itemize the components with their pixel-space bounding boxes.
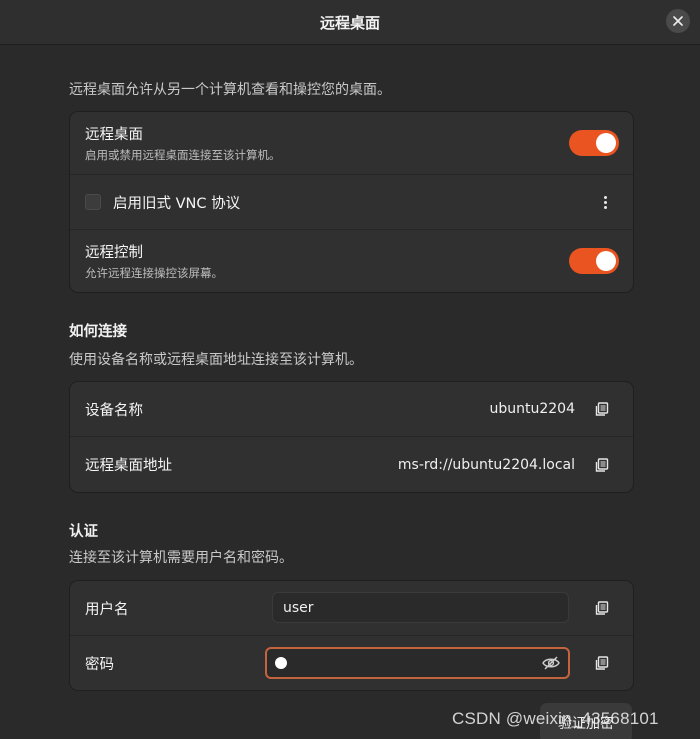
address-label: 远程桌面地址	[85, 458, 172, 474]
username-label: 用户名	[85, 601, 129, 618]
address-row: 远程桌面地址 ms-rd://ubuntu2204.local	[70, 437, 633, 492]
copy-icon[interactable]	[595, 402, 609, 416]
remote-desktop-toggle[interactable]	[569, 130, 619, 156]
password-row: 密码	[70, 636, 633, 690]
remote-desktop-settings-card: 远程桌面 启用或禁用远程桌面连接至该计算机。 启用旧式 VNC 协议 远程控制 …	[69, 111, 634, 293]
remote-control-row: 远程控制 允许远程连接操控该屏幕。	[70, 230, 633, 292]
how-to-connect-title: 如何连接	[69, 324, 127, 340]
username-value: user	[283, 599, 314, 616]
copy-icon[interactable]	[595, 601, 609, 615]
remote-desktop-title: 远程桌面	[85, 127, 143, 143]
authentication-description: 连接至该计算机需要用户名和密码。	[69, 550, 293, 566]
username-input[interactable]: user	[272, 592, 569, 623]
window-title: 远程桌面	[319, 13, 380, 32]
more-options-icon[interactable]	[599, 193, 611, 211]
password-dot	[275, 657, 287, 669]
copy-icon[interactable]	[595, 656, 609, 670]
vnc-label: 启用旧式 VNC 协议	[113, 195, 241, 212]
authentication-card: 用户名 user 密码	[69, 580, 634, 691]
vnc-checkbox[interactable]	[85, 194, 101, 210]
device-name-label: 设备名称	[85, 402, 143, 419]
device-name-value: ubuntu2204	[489, 401, 576, 417]
vnc-row: 启用旧式 VNC 协议	[70, 175, 633, 230]
password-input[interactable]	[265, 647, 570, 679]
remote-control-toggle[interactable]	[569, 248, 619, 274]
authentication-title: 认证	[69, 524, 98, 540]
copy-icon[interactable]	[595, 457, 609, 472]
close-button[interactable]	[666, 9, 690, 33]
toggle-knob	[596, 251, 616, 271]
intro-text: 远程桌面允许从另一个计算机查看和操控您的桌面。	[69, 82, 391, 98]
how-to-connect-description: 使用设备名称或远程桌面地址连接至该计算机。	[69, 352, 363, 368]
address-value: ms-rd://ubuntu2204.local	[397, 456, 575, 473]
dialog-content: 远程桌面允许从另一个计算机查看和操控您的桌面。 远程桌面 启用或禁用远程桌面连接…	[0, 45, 700, 739]
watermark: CSDN @weixin_43568101	[452, 709, 659, 728]
close-icon	[673, 16, 683, 26]
header-bar: 远程桌面	[0, 0, 700, 45]
username-row: 用户名 user	[70, 581, 633, 636]
connection-info-card: 设备名称 ubuntu2204 远程桌面地址 ms-rd://ubuntu220…	[69, 381, 634, 493]
device-name-row: 设备名称 ubuntu2204	[70, 382, 633, 437]
eye-hidden-icon[interactable]	[542, 655, 560, 671]
remote-control-title: 远程控制	[85, 245, 143, 261]
remote-desktop-subtitle: 启用或禁用远程桌面连接至该计算机。	[85, 148, 281, 162]
remote-control-subtitle: 允许远程连接操控该屏幕。	[85, 266, 223, 280]
remote-desktop-window: 远程桌面 远程桌面允许从另一个计算机查看和操控您的桌面。 远程桌面 启用或禁用远…	[0, 0, 700, 739]
toggle-knob	[596, 133, 616, 153]
password-label: 密码	[85, 656, 114, 673]
remote-desktop-row: 远程桌面 启用或禁用远程桌面连接至该计算机。	[70, 112, 633, 175]
